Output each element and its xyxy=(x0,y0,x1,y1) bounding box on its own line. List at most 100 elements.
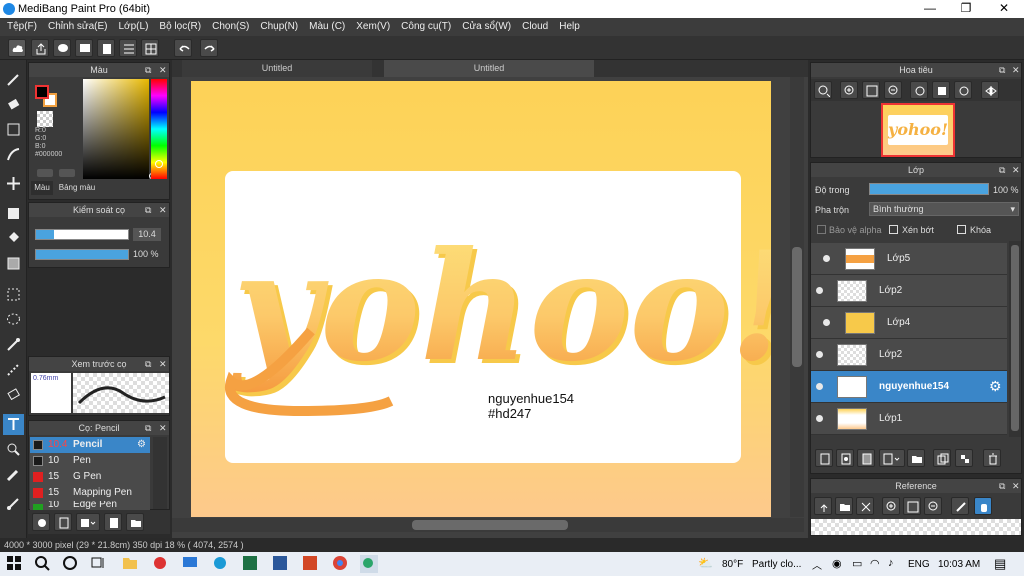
excel-button[interactable] xyxy=(242,555,260,573)
lasso-tool[interactable] xyxy=(3,309,24,330)
brush-list-scrollbar[interactable] xyxy=(153,437,167,509)
panel-popout-icon[interactable]: ⧉ xyxy=(145,357,151,371)
blend-mode-select[interactable]: Bình thường ▾ xyxy=(869,202,1019,216)
panel-close-icon[interactable]: ✕ xyxy=(159,63,167,77)
panel-close-icon[interactable]: ✕ xyxy=(159,421,167,435)
search-button[interactable] xyxy=(34,555,52,573)
brush-item-edge-pen[interactable]: 10 Edge Pen xyxy=(30,501,150,510)
list-button[interactable] xyxy=(119,39,137,57)
notification-icon[interactable]: ▤ xyxy=(994,556,1006,572)
panel-popout-icon[interactable]: ⧉ xyxy=(999,163,1005,177)
layer-item-nguyenhue154[interactable]: nguyenhue154 ⚙ xyxy=(811,371,1007,403)
reference-zoom-in-button[interactable] xyxy=(882,497,900,515)
visibility-icon[interactable] xyxy=(816,383,823,390)
select-pen-tool[interactable] xyxy=(3,359,24,380)
gear-icon[interactable]: ⚙ xyxy=(989,378,1002,395)
network-icon[interactable]: ◉ xyxy=(832,557,842,570)
fit-button[interactable] xyxy=(862,81,880,99)
zoom-in-button[interactable] xyxy=(814,81,832,99)
add-layer-menu-button[interactable] xyxy=(879,449,905,467)
app-button-1[interactable] xyxy=(152,555,170,573)
menu-select[interactable]: Chọn(S) xyxy=(207,18,255,36)
add-brush-button[interactable] xyxy=(32,513,50,531)
text-block-button[interactable] xyxy=(75,39,93,57)
layer-item-lop2-a[interactable]: Lớp2 xyxy=(811,275,1007,307)
horizontal-scroll-thumb[interactable] xyxy=(412,520,568,530)
page-button[interactable] xyxy=(97,39,115,57)
word-button[interactable] xyxy=(272,555,290,573)
visibility-icon[interactable] xyxy=(823,319,830,326)
visibility-icon[interactable] xyxy=(816,415,823,422)
file-explorer-button[interactable] xyxy=(122,555,140,573)
clipping-checkbox[interactable] xyxy=(889,225,898,234)
fill-rect-tool[interactable] xyxy=(3,203,24,224)
powerpoint-button[interactable] xyxy=(302,555,320,573)
panel-popout-icon[interactable]: ⧉ xyxy=(145,63,151,77)
new-8bit-layer-button[interactable] xyxy=(857,449,875,467)
panel-popout-icon[interactable]: ⧉ xyxy=(145,203,151,217)
menu-help[interactable]: Help xyxy=(554,18,586,36)
zoom-in-2-button[interactable] xyxy=(840,81,858,99)
brush-tool[interactable] xyxy=(3,69,24,90)
weather-text[interactable]: Partly clo... xyxy=(752,559,801,570)
tab-color[interactable]: Màu xyxy=(31,181,53,195)
reference-hand-button[interactable] xyxy=(974,497,992,515)
tab-untitled-2[interactable]: Untitled xyxy=(384,60,594,77)
app-button-2[interactable] xyxy=(182,555,200,573)
line-tool[interactable] xyxy=(3,144,24,165)
reference-eyedropper-button[interactable] xyxy=(951,497,969,515)
chevron-up-icon[interactable]: ︿ xyxy=(812,557,822,572)
brush-settings-button[interactable] xyxy=(104,513,122,531)
select-tool[interactable] xyxy=(3,284,24,305)
reference-open-button[interactable] xyxy=(835,497,853,515)
magic-wand-tool[interactable] xyxy=(3,334,24,355)
panel-close-icon[interactable]: ✕ xyxy=(159,357,167,371)
menu-layer[interactable]: Lớp(L) xyxy=(114,18,155,36)
redo-button[interactable] xyxy=(200,39,218,57)
brush-size-slider[interactable] xyxy=(35,229,129,240)
menu-tools[interactable]: Công cụ(T) xyxy=(396,18,457,36)
vertical-scrollbar[interactable] xyxy=(790,77,804,517)
reference-fit-button[interactable] xyxy=(903,497,921,515)
visibility-icon[interactable] xyxy=(823,255,830,262)
medibang-button[interactable] xyxy=(360,555,378,573)
gear-icon[interactable]: ⚙ xyxy=(137,437,146,453)
brush-item-g-pen[interactable]: 15 G Pen xyxy=(30,469,150,485)
layer-opacity-slider[interactable] xyxy=(869,183,989,195)
menu-color[interactable]: Màu (C) xyxy=(304,18,351,36)
reference-zoom-out-button[interactable] xyxy=(924,497,942,515)
menu-view[interactable]: Xem(V) xyxy=(351,18,396,36)
eraser-tool[interactable] xyxy=(3,94,24,115)
close-button[interactable]: ✕ xyxy=(986,0,1022,18)
brush-opacity-slider[interactable] xyxy=(35,249,129,260)
brush-item-pencil[interactable]: 10.4 Pencil ⚙ xyxy=(30,437,150,453)
layer-item-lop1[interactable]: Lớp1 xyxy=(811,403,1007,435)
comment-button[interactable] xyxy=(53,39,71,57)
layer-item-lop5[interactable]: Lớp5 xyxy=(811,243,1007,275)
reference-close-button[interactable] xyxy=(856,497,874,515)
select-eraser-tool[interactable] xyxy=(3,384,24,405)
panel-popout-icon[interactable]: ⧉ xyxy=(999,479,1005,493)
wifi-icon[interactable]: ◠ xyxy=(870,557,880,570)
cortana-button[interactable] xyxy=(62,555,80,573)
artwork-canvas[interactable]: yohoo! yohoo! nguyenhue154 #hd247 xyxy=(191,81,771,517)
foreground-color-swatch[interactable] xyxy=(35,85,49,99)
navigator-preview[interactable]: yohoo! xyxy=(881,103,955,157)
layer-item-lop2-b[interactable]: Lớp2 xyxy=(811,339,1007,371)
maximize-button[interactable]: ❐ xyxy=(948,0,984,18)
edge-button[interactable] xyxy=(212,555,230,573)
rotate-left-button[interactable] xyxy=(910,81,928,99)
reference-cloud-button[interactable] xyxy=(814,497,832,515)
operation-tool[interactable] xyxy=(3,439,24,460)
windows-start-button[interactable] xyxy=(6,555,24,573)
menu-window[interactable]: Cửa sổ(W) xyxy=(457,18,517,36)
layer-folder-button[interactable] xyxy=(907,449,925,467)
vertical-scroll-thumb[interactable] xyxy=(792,247,802,367)
tab-untitled-1[interactable]: Untitled xyxy=(182,60,372,77)
weather-temp[interactable]: 80°F xyxy=(722,559,743,570)
text-tool[interactable] xyxy=(3,414,24,435)
transparent-swatch[interactable] xyxy=(37,111,53,127)
panel-close-icon[interactable]: ✕ xyxy=(1012,479,1020,493)
delete-layer-button[interactable] xyxy=(983,449,1001,467)
flip-button[interactable] xyxy=(981,81,999,99)
